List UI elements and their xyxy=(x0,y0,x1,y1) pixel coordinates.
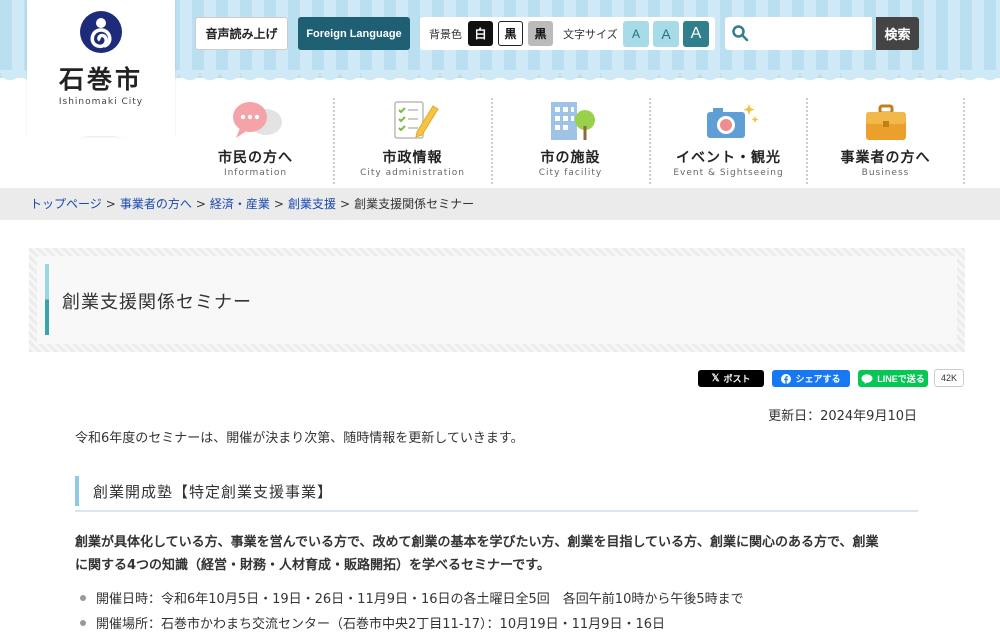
list-item: 開催場所：石巻市かわまち交流センター（石巻市中央2丁目11-17）：10月19日… xyxy=(80,613,665,632)
breadcrumb-link-economy[interactable]: 経済・産業 xyxy=(210,197,270,211)
display-settings-panel: 背景色 白 黒 黒 文字サイズ A A A xyxy=(420,17,715,50)
list-item-text: 開催場所：石巻市かわまち交流センター（石巻市中央2丁目11-17）：10月19日… xyxy=(96,617,665,632)
search-input[interactable] xyxy=(752,20,870,47)
nav-sublabel: City facility xyxy=(538,168,603,178)
breadcrumb-link-business[interactable]: 事業者の方へ xyxy=(120,197,192,211)
font-size-medium-button[interactable]: A xyxy=(653,21,679,47)
section-heading: 創業開成塾【特定創業支援事業】 xyxy=(75,476,918,512)
bullet-icon xyxy=(80,619,86,626)
line-send-label: LINEで送る xyxy=(877,374,925,384)
breadcrumb-separator: > xyxy=(340,197,351,211)
site-header: 石巻市 Ishinomaki City 音声読み上げ Foreign Langu… xyxy=(0,0,1000,188)
section-lead-line: 創業が具体化している方、事業を営んでいる方で、改めて創業の基本を学びたい方、創業… xyxy=(75,535,879,550)
search-icon xyxy=(732,25,749,42)
bg-color-label: 背景色 xyxy=(429,28,462,41)
nav-label: イベント・観光 xyxy=(676,150,781,166)
nav-label: 市民の方へ xyxy=(218,150,293,166)
list-item: 開催日時：令和6年10月5日・19日・26日・11月9日・16日の各土曜日全5回… xyxy=(80,588,744,607)
checklist-pencil-icon xyxy=(393,101,439,139)
nav-sublabel: Business xyxy=(861,168,910,178)
building-tree-icon xyxy=(550,102,595,140)
section-lead: 創業が具体化している方、事業を営んでいる方で、改めて創業の基本を学びたい方、創業… xyxy=(75,531,920,577)
section-heading-text: 創業開成塾【特定創業支援事業】 xyxy=(93,483,334,501)
bg-black-button[interactable]: 黒 xyxy=(498,21,523,46)
facebook-share-label: シェアする xyxy=(795,374,841,384)
x-logo-icon: 𝕏 xyxy=(711,373,720,384)
breadcrumb-link-startup[interactable]: 創業支援 xyxy=(288,197,336,211)
nav-item-event-sightseeing[interactable]: イベント・観光 Event & Sightseeing xyxy=(650,92,807,184)
nav-sublabel: Event & Sightseeing xyxy=(673,168,784,178)
breadcrumb: トップページ > 事業者の方へ > 経済・産業 > 創業支援 > 創業支援関係セミナー xyxy=(0,188,1000,220)
nav-sublabel: City administration xyxy=(360,168,465,178)
bg-white-button[interactable]: 白 xyxy=(468,21,493,46)
breadcrumb-separator: > xyxy=(105,197,116,211)
x-post-button[interactable]: 𝕏 ポスト xyxy=(698,370,764,387)
nav-label: 事業者の方へ xyxy=(840,150,931,166)
foreign-language-button[interactable]: Foreign Language xyxy=(298,17,410,50)
font-size-small-button[interactable]: A xyxy=(623,21,649,47)
breadcrumb-link-top[interactable]: トップページ xyxy=(30,197,102,211)
font-size-label: 文字サイズ xyxy=(563,28,618,41)
breadcrumb-separator: > xyxy=(273,197,284,211)
line-logo-icon xyxy=(861,373,873,384)
briefcase-icon xyxy=(865,104,906,140)
bg-gray-button[interactable]: 黒 xyxy=(528,21,553,46)
nav-item-city-facility[interactable]: 市の施設 City facility xyxy=(492,92,649,184)
nav-item-information[interactable]: 市民の方へ Information xyxy=(177,92,334,184)
facebook-logo-icon xyxy=(781,373,792,384)
page-title: 創業支援関係セミナー xyxy=(62,292,252,313)
updated-date: 更新日：2024年9月10日 xyxy=(768,409,917,424)
nav-sublabel: Information xyxy=(223,168,288,178)
site-name: 石巻市 xyxy=(58,65,143,94)
facebook-share-button[interactable]: シェアする xyxy=(772,370,850,387)
bullet-icon xyxy=(80,594,86,601)
nav-label: 市の施設 xyxy=(540,150,601,166)
nav-item-business[interactable]: 事業者の方へ Business xyxy=(807,92,964,184)
list-item-text: 開催日時：令和6年10月5日・19日・26日・11月9日・16日の各土曜日全5回… xyxy=(96,592,744,607)
search-button[interactable]: 検索 xyxy=(876,17,919,50)
city-emblem-icon xyxy=(80,11,122,53)
x-post-label: ポスト xyxy=(723,374,751,384)
nav-label: 市政情報 xyxy=(382,150,443,166)
site-logo[interactable]: 石巻市 Ishinomaki City xyxy=(27,0,175,146)
breadcrumb-separator: > xyxy=(195,197,206,211)
section-lead-line: に関する4つの知識（経営・財務・人材育成・販路開拓）を学べるセミナーです。 xyxy=(75,558,550,573)
intro-text: 令和6年度のセミナーは、開催が決まり次第、随時情報を更新していきます。 xyxy=(75,431,524,446)
camera-icon xyxy=(706,104,758,138)
nav-item-city-administration[interactable]: 市政情報 City administration xyxy=(334,92,491,184)
page-title-accent xyxy=(45,264,49,335)
speech-bubbles-icon xyxy=(232,102,282,138)
voice-reader-button[interactable]: 音声読み上げ xyxy=(195,17,288,50)
line-send-button[interactable]: LINEで送る xyxy=(858,370,928,387)
share-count-badge: 42K xyxy=(934,369,964,387)
site-name-en: Ishinomaki City xyxy=(58,97,144,107)
section-heading-accent xyxy=(75,476,79,506)
breadcrumb-current: 創業支援関係セミナー xyxy=(354,197,475,211)
font-size-large-button[interactable]: A xyxy=(683,21,709,47)
